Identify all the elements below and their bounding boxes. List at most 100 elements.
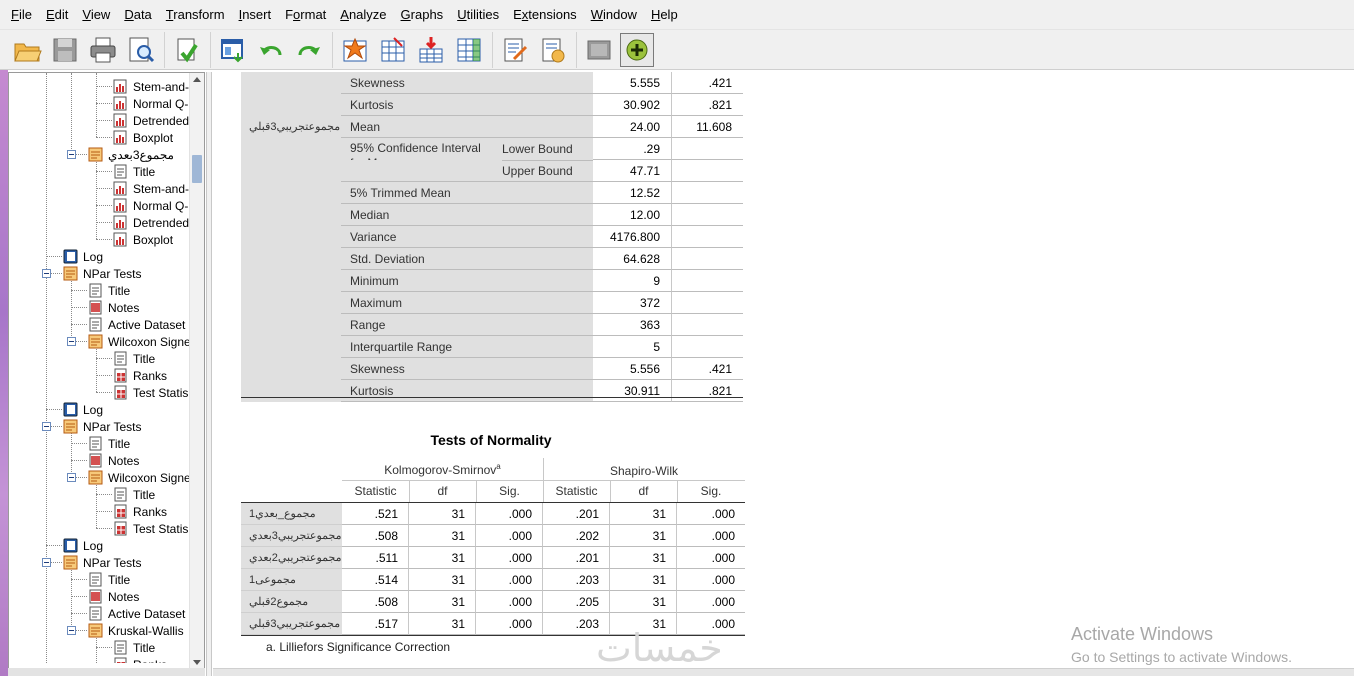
outline-node[interactable]: Active Dataset bbox=[88, 316, 185, 333]
sw-header: Shapiro-Wilk bbox=[609, 464, 678, 478]
tree-line bbox=[96, 86, 112, 87]
outline-node[interactable]: Active Dataset bbox=[88, 605, 185, 622]
designate-window-icon[interactable] bbox=[496, 32, 534, 68]
collapse-toggle-icon[interactable] bbox=[67, 337, 76, 346]
menu-help[interactable]: Help bbox=[644, 0, 685, 30]
outline-node[interactable]: Notes bbox=[88, 452, 139, 469]
menu-data[interactable]: Data bbox=[117, 0, 158, 30]
outline-node[interactable]: Wilcoxon Signe bbox=[88, 469, 190, 486]
outline-node[interactable]: Ranks bbox=[113, 656, 167, 663]
split-file-icon[interactable] bbox=[450, 32, 488, 68]
output-folder-icon bbox=[88, 623, 104, 638]
outline-pane[interactable]: Stem-and- Normal Q- Detrended Boxplot مجموع3… bbox=[8, 72, 205, 670]
statistic-value: 5.555 bbox=[593, 72, 672, 94]
menu-insert[interactable]: Insert bbox=[232, 0, 279, 30]
outline-node[interactable]: Detrended bbox=[113, 214, 189, 231]
goto-variable-icon[interactable] bbox=[374, 32, 412, 68]
menu-view[interactable]: View bbox=[75, 0, 117, 30]
undo-icon[interactable] bbox=[252, 32, 290, 68]
redo-icon[interactable] bbox=[290, 32, 328, 68]
outline-node[interactable]: Ranks bbox=[113, 503, 167, 520]
outline-node[interactable]: Normal Q- bbox=[113, 197, 188, 214]
menu-utilities[interactable]: Utilities bbox=[450, 0, 506, 30]
outline-node[interactable]: Title bbox=[113, 350, 155, 367]
pane-splitter[interactable] bbox=[206, 72, 212, 676]
outline-node[interactable]: NPar Tests bbox=[63, 265, 141, 282]
table-cell: .000 bbox=[476, 613, 543, 635]
outline-node[interactable]: Ranks bbox=[113, 367, 167, 384]
outline-node[interactable]: Wilcoxon Signe bbox=[88, 333, 190, 350]
outline-node[interactable]: Boxplot bbox=[113, 129, 173, 146]
outline-node[interactable]: مجموع3بعدي bbox=[88, 146, 174, 163]
outline-node[interactable]: Title bbox=[113, 639, 155, 656]
table-icon bbox=[113, 368, 129, 383]
output-folder-icon bbox=[88, 334, 104, 349]
export-icon[interactable] bbox=[168, 32, 206, 68]
outline-vertical-scrollbar[interactable] bbox=[189, 73, 204, 669]
outline-node[interactable]: Stem-and- bbox=[113, 78, 189, 95]
normality-footnote: a. Lilliefors Significance Correction bbox=[266, 640, 451, 654]
chart-icon bbox=[113, 198, 129, 213]
menu-format[interactable]: Format bbox=[278, 0, 333, 30]
outline-node[interactable]: Test Statis bbox=[113, 520, 188, 537]
print-preview-icon[interactable] bbox=[122, 32, 160, 68]
table-cell: .205 bbox=[543, 591, 610, 613]
collapse-toggle-icon[interactable] bbox=[67, 473, 76, 482]
outline-node[interactable]: Title bbox=[88, 435, 130, 452]
content-horizontal-scrollbar[interactable] bbox=[213, 668, 1354, 676]
statistic-value: 30.902 bbox=[593, 94, 672, 116]
outline-node[interactable]: Test Statis bbox=[113, 384, 188, 401]
outline-node[interactable]: Notes bbox=[88, 588, 139, 605]
outline-node[interactable]: Title bbox=[88, 571, 130, 588]
outline-node[interactable]: Title bbox=[113, 486, 155, 503]
outline-node[interactable]: NPar Tests bbox=[63, 554, 141, 571]
collapse-toggle-icon[interactable] bbox=[42, 269, 51, 278]
outline-node[interactable]: Log bbox=[63, 401, 103, 418]
document-icon bbox=[88, 283, 104, 298]
goto-case-icon[interactable] bbox=[336, 32, 374, 68]
menu-edit[interactable]: Edit bbox=[39, 0, 75, 30]
outline-node[interactable]: NPar Tests bbox=[63, 418, 141, 435]
header-divider bbox=[677, 480, 678, 502]
outline-node[interactable]: Log bbox=[63, 537, 103, 554]
outline-node[interactable]: Notes bbox=[88, 299, 139, 316]
statistic-cell: Interquartile Range bbox=[341, 336, 593, 358]
outline-node[interactable]: Stem-and- bbox=[113, 180, 189, 197]
menu-window[interactable]: Window bbox=[584, 0, 644, 30]
promote-icon[interactable] bbox=[620, 32, 654, 67]
open-icon[interactable] bbox=[8, 32, 46, 68]
print-icon[interactable] bbox=[84, 32, 122, 68]
outline-node[interactable]: Normal Q- bbox=[113, 95, 188, 112]
menu-graphs[interactable]: Graphs bbox=[394, 0, 451, 30]
outline-node[interactable]: Boxplot bbox=[113, 231, 173, 248]
script-icon[interactable] bbox=[534, 32, 572, 68]
dialog-recall-icon[interactable] bbox=[214, 32, 252, 68]
outline-node[interactable]: Detrended bbox=[113, 112, 189, 129]
show-hide-icon[interactable] bbox=[580, 32, 618, 68]
outline-horizontal-scrollbar[interactable] bbox=[8, 668, 205, 676]
menu-extensions[interactable]: Extensions bbox=[506, 0, 584, 30]
outline-node[interactable]: Title bbox=[88, 282, 130, 299]
menu-transform[interactable]: Transform bbox=[159, 0, 232, 30]
tree-line bbox=[46, 73, 47, 663]
save-icon[interactable] bbox=[46, 32, 84, 68]
statistic-value: 64.628 bbox=[593, 248, 672, 270]
table-cell: 31 bbox=[610, 591, 677, 613]
group-cell bbox=[241, 226, 341, 248]
collapse-toggle-icon[interactable] bbox=[42, 422, 51, 431]
scroll-down-arrow-icon[interactable] bbox=[193, 660, 201, 665]
scroll-up-arrow-icon[interactable] bbox=[193, 77, 201, 82]
outline-node-label: Boxplot bbox=[133, 232, 174, 247]
outline-node[interactable]: Log bbox=[63, 248, 103, 265]
collapse-toggle-icon[interactable] bbox=[67, 150, 76, 159]
collapse-toggle-icon[interactable] bbox=[67, 626, 76, 635]
scroll-thumb[interactable] bbox=[192, 155, 202, 183]
table-cell: .000 bbox=[476, 547, 543, 569]
collapse-toggle-icon[interactable] bbox=[42, 558, 51, 567]
outline-node[interactable]: Kruskal-Wallis bbox=[88, 622, 184, 639]
insert-cases-icon[interactable] bbox=[412, 32, 450, 68]
outline-node-label: Notes bbox=[108, 300, 140, 315]
outline-node[interactable]: Title bbox=[113, 163, 155, 180]
menu-file[interactable]: File bbox=[4, 0, 39, 30]
menu-analyze[interactable]: Analyze bbox=[333, 0, 393, 30]
